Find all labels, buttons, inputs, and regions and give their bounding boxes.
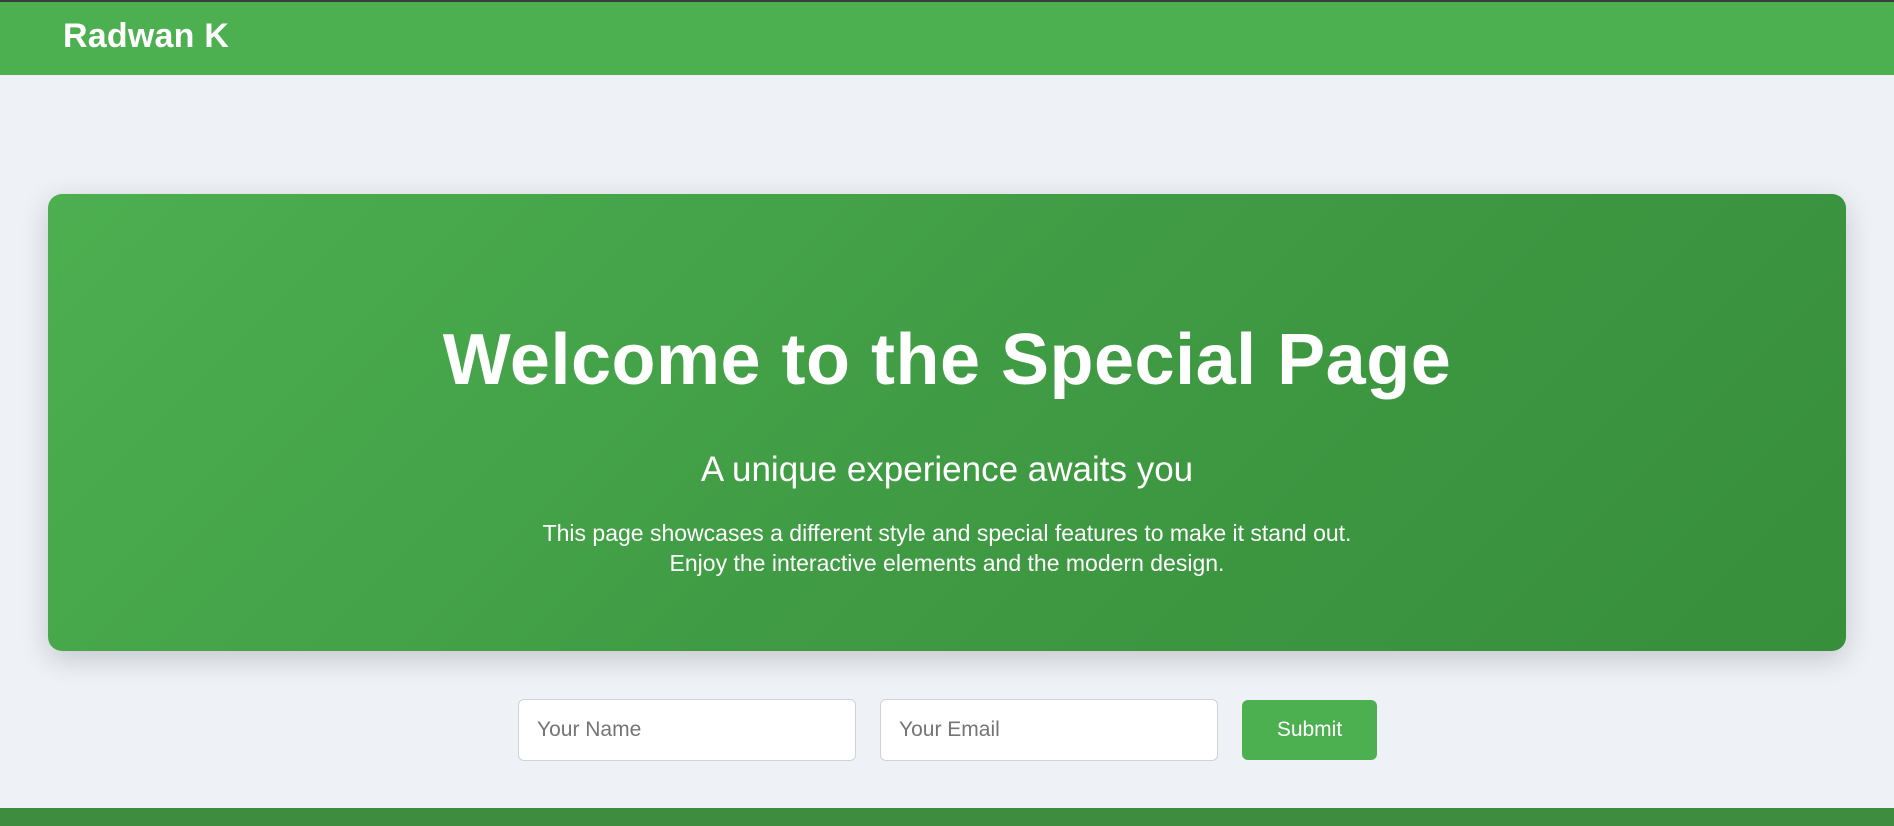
submit-button[interactable]: Submit bbox=[1242, 700, 1377, 760]
hero-banner: Welcome to the Special Page A unique exp… bbox=[48, 194, 1846, 651]
hero-title: Welcome to the Special Page bbox=[442, 320, 1452, 400]
email-input[interactable] bbox=[880, 699, 1218, 761]
hero-description: This page showcases a different style an… bbox=[48, 518, 1846, 578]
name-input[interactable] bbox=[518, 699, 856, 761]
hero-description-line-2: Enjoy the interactive elements and the m… bbox=[669, 550, 1225, 576]
footer-bar bbox=[0, 808, 1894, 826]
contact-form: Submit bbox=[518, 699, 1377, 761]
hero-description-line-1: This page showcases a different style an… bbox=[542, 520, 1352, 546]
navbar: Radwan K bbox=[0, 2, 1894, 75]
hero-subtitle: A unique experience awaits you bbox=[700, 450, 1194, 489]
brand-logo-text[interactable]: Radwan K bbox=[63, 17, 229, 56]
